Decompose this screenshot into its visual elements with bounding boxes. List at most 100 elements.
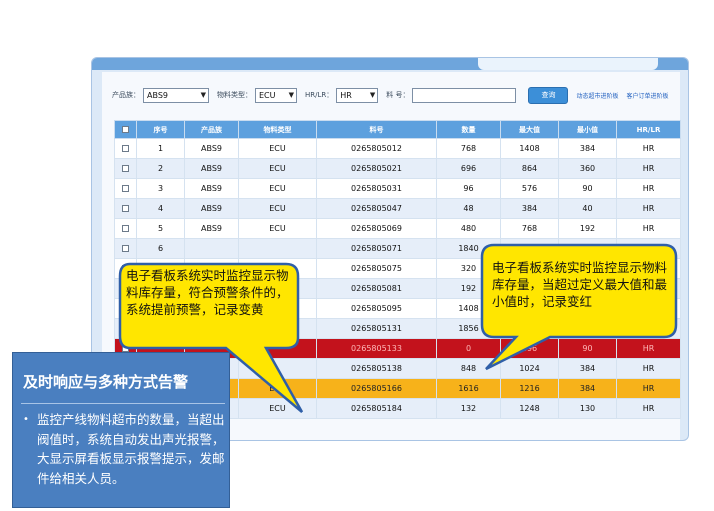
select-all-checkbox[interactable] [114, 120, 137, 139]
product-family-select[interactable]: ABS9 ▼ [143, 87, 209, 103]
cell-min: 192 [558, 218, 617, 239]
cell-hrlr: HR [616, 218, 681, 239]
col-header-no: 序号 [136, 120, 185, 139]
cell-type: ECU [238, 198, 317, 219]
callout-right-text: 电子看板系统实时监控显示物料库存量，当超过定义最大值和最小值时，记录变红 [492, 260, 668, 309]
table-row[interactable]: 2 ABS9 ECU 0265805021 696 864 360 HR [114, 158, 681, 179]
row-checkbox[interactable] [114, 218, 137, 239]
material-type-value: ECU [259, 90, 276, 100]
row-checkbox[interactable] [114, 238, 137, 259]
cell-qty: 132 [436, 398, 501, 419]
cell-part: 0265805075 [316, 258, 437, 279]
cell-qty: 96 [436, 178, 501, 199]
cell-product: ABS9 [184, 178, 239, 199]
cell-max: 384 [500, 198, 559, 219]
cell-hrlr: HR [616, 198, 681, 219]
cell-no: 1 [136, 138, 185, 159]
cell-part: 0265805069 [316, 218, 437, 239]
cell-max: 768 [500, 218, 559, 239]
cell-hrlr: HR [616, 158, 681, 179]
cell-product [184, 238, 239, 259]
table-row[interactable]: 4 ABS9 ECU 0265805047 48 384 40 HR [114, 198, 681, 219]
cell-min: 40 [558, 198, 617, 219]
cell-part: 0265805081 [316, 278, 437, 299]
chevron-down-icon: ▼ [369, 90, 376, 99]
info-box-divider [21, 403, 225, 404]
cell-part: 0265805166 [316, 378, 437, 399]
hrlr-label: HR/LR： [305, 91, 334, 99]
filter-bar: 产品族： ABS9 ▼ 物料类型： ECU ▼ HR/LR： HR ▼ 料 号：… [112, 84, 677, 106]
col-header-hrlr: HR/LR [616, 120, 681, 139]
chevron-down-icon: ▼ [288, 90, 294, 99]
callout-left-text: 电子看板系统实时监控显示物料库存量，符合预警条件的，系统提前预警，记录变黄 [126, 268, 289, 317]
cell-min: 130 [558, 398, 617, 419]
row-checkbox[interactable] [114, 178, 137, 199]
cell-product: ABS9 [184, 158, 239, 179]
material-type-label: 物料类型： [217, 91, 252, 99]
cell-part: 0265805031 [316, 178, 437, 199]
row-checkbox[interactable] [114, 158, 137, 179]
hrlr-select[interactable]: HR ▼ [336, 87, 379, 103]
cell-part: 0265805138 [316, 358, 437, 379]
material-type-select[interactable]: ECU ▼ [255, 87, 297, 103]
cell-part: 0265805184 [316, 398, 437, 419]
col-header-min: 最小值 [558, 120, 617, 139]
cell-qty: 768 [436, 138, 501, 159]
cell-product: ABS9 [184, 198, 239, 219]
table-row[interactable]: 3 ABS9 ECU 0265805031 96 576 90 HR [114, 178, 681, 199]
cell-type: ECU [238, 138, 317, 159]
hrlr-value: HR [340, 90, 352, 100]
info-box-body: • 监控产线物料超市的数量，当超出阀值时，系统自动发出声光报警，大显示屏看板显示… [23, 410, 233, 488]
table-row[interactable]: 5 ABS9 ECU 0265805069 480 768 192 HR [114, 218, 681, 239]
window-top-strip [92, 58, 688, 70]
chevron-down-icon: ▼ [200, 90, 206, 99]
info-box-title: 及时响应与多种方式告警 [23, 373, 189, 391]
cell-type [238, 238, 317, 259]
cell-no: 4 [136, 198, 185, 219]
row-checkbox[interactable] [114, 138, 137, 159]
product-family-value: ABS9 [147, 90, 168, 100]
col-header-product: 产品族 [184, 120, 239, 139]
cell-max: 1248 [500, 398, 559, 419]
cell-qty: 48 [436, 198, 501, 219]
cell-hrlr: HR [616, 378, 681, 399]
bullet-icon: • [23, 414, 29, 425]
cell-hrlr: HR [616, 398, 681, 419]
cell-part: 0265805133 [316, 338, 437, 359]
cell-min: 384 [558, 378, 617, 399]
cell-hrlr: HR [616, 138, 681, 159]
part-no-label: 料 号： [386, 91, 410, 99]
table-header-row: 序号 产品族 物料类型 料号 数量 最大值 最小值 HR/LR [114, 120, 681, 139]
cell-part: 0265805131 [316, 318, 437, 339]
info-box-text: 监控产线物料超市的数量，当超出阀值时，系统自动发出声光报警，大显示屏看板显示报警… [37, 412, 225, 486]
col-header-part: 料号 [316, 120, 437, 139]
col-header-qty: 数量 [436, 120, 501, 139]
cell-part: 0265805047 [316, 198, 437, 219]
cell-qty: 1616 [436, 378, 501, 399]
part-no-input[interactable] [412, 87, 517, 103]
col-header-type: 物料类型 [238, 120, 317, 139]
info-box: 及时响应与多种方式告警 • 监控产线物料超市的数量，当超出阀值时，系统自动发出声… [12, 352, 230, 508]
dynamic-board-link[interactable]: 动态超市进阶板 [576, 91, 618, 100]
product-family-label: 产品族： [112, 91, 140, 99]
red-alert-callout: 电子看板系统实时监控显示物料库存量，当超过定义最大值和最小值时，记录变红 [470, 243, 690, 373]
cell-min: 360 [558, 158, 617, 179]
cell-part: 0265805021 [316, 158, 437, 179]
cell-part: 0265805095 [316, 298, 437, 319]
customer-order-board-link[interactable]: 客户订单进阶板 [627, 91, 669, 100]
col-header-max: 最大值 [500, 120, 559, 139]
cell-max: 1408 [500, 138, 559, 159]
row-checkbox[interactable] [114, 198, 137, 219]
cell-max: 576 [500, 178, 559, 199]
cell-no: 3 [136, 178, 185, 199]
cell-no: 2 [136, 158, 185, 179]
cell-type: ECU [238, 158, 317, 179]
cell-min: 90 [558, 178, 617, 199]
query-button[interactable]: 查询 [528, 86, 569, 104]
cell-qty: 696 [436, 158, 501, 179]
cell-product: ABS9 [184, 218, 239, 239]
table-row[interactable]: 1 ABS9 ECU 0265805012 768 1408 384 HR [114, 138, 681, 159]
cell-max: 864 [500, 158, 559, 179]
cell-product: ABS9 [184, 138, 239, 159]
cell-hrlr: HR [616, 178, 681, 199]
